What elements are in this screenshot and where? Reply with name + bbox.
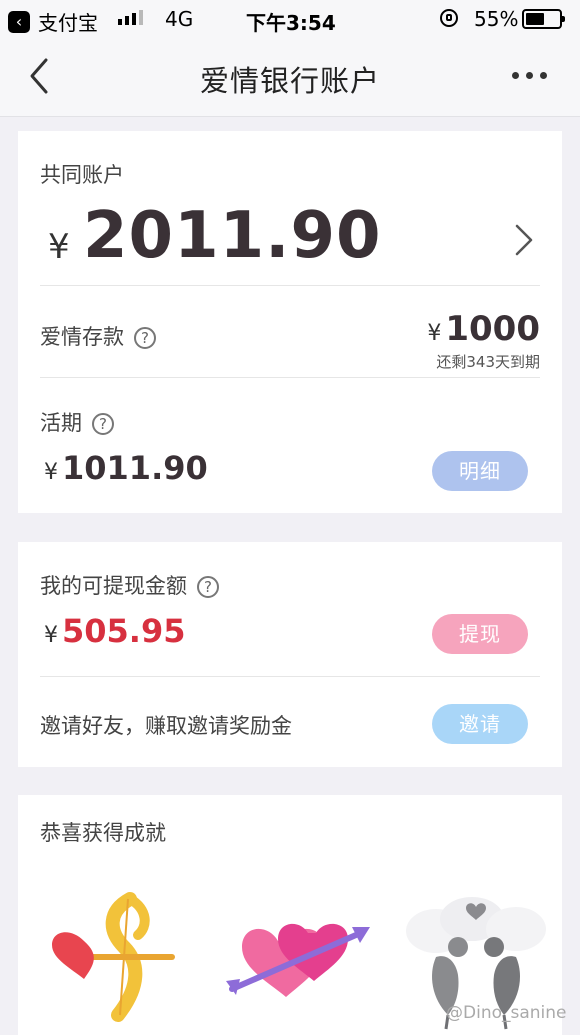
back-app-icon: ‹ — [8, 10, 30, 33]
status-bar: ‹ 支付宝 4G 下午3:54 55% — [0, 0, 580, 38]
hearts-arrow-icon[interactable] — [224, 913, 374, 1009]
withdrawable-label: 我的可提现金额 — [40, 574, 187, 598]
back-app-label: 支付宝 — [38, 11, 98, 35]
divider — [40, 285, 540, 286]
battery-icon — [522, 9, 565, 29]
status-time: 下午3:54 — [246, 11, 336, 35]
joint-currency: ¥ — [48, 227, 70, 267]
help-icon[interactable]: ? — [197, 576, 219, 598]
detail-button[interactable]: 明细 — [432, 451, 528, 491]
cupid-bow-icon[interactable] — [48, 891, 178, 1031]
achievements-title: 恭喜获得成就 — [40, 821, 166, 845]
love-deposit-amount-wrap: ¥1000 — [427, 309, 540, 349]
nav-bar: 爱情银行账户 — [0, 38, 580, 117]
invite-button[interactable]: 邀请 — [432, 704, 528, 744]
page-title: 爱情银行账户 — [199, 64, 380, 98]
more-menu-icon[interactable] — [512, 72, 547, 79]
current-title: 活期? — [40, 407, 114, 437]
back-to-app[interactable]: ‹ 支付宝 — [8, 7, 98, 36]
love-deposit-label: 爱情存款 — [40, 325, 124, 349]
current-label: 活期 — [40, 411, 82, 435]
withdrawable-amount-wrap: ¥505.95 — [44, 612, 185, 650]
chevron-right-icon[interactable] — [512, 223, 536, 257]
withdraw-button[interactable]: 提现 — [432, 614, 528, 654]
joint-account-label: 共同账户 — [40, 163, 124, 187]
due-note: 还剩343天到期 — [436, 353, 540, 371]
current-amount: 1011.90 — [62, 449, 208, 487]
account-card: 共同账户 ¥ 2011.90 爱情存款? ¥1000 还剩343天到期 活期? … — [18, 131, 562, 513]
withdrawable-amount: 505.95 — [62, 612, 186, 650]
help-icon[interactable]: ? — [134, 327, 156, 349]
rotation-lock-icon — [440, 9, 458, 27]
battery-percent: 55% — [474, 7, 519, 31]
divider — [40, 676, 540, 677]
current-amount-wrap: ¥1011.90 — [44, 449, 208, 487]
divider — [40, 377, 540, 378]
withdraw-card: 我的可提现金额? ¥505.95 提现 邀请好友，赚取邀请奖励金 邀请 — [18, 542, 562, 767]
withdrawable-title: 我的可提现金额? — [40, 570, 219, 600]
network-type: 4G — [165, 7, 194, 31]
achievements-card: 恭喜获得成就 — [18, 795, 562, 1035]
help-icon[interactable]: ? — [92, 413, 114, 435]
signal-icon — [118, 10, 143, 25]
joint-balance: 2011.90 — [83, 199, 382, 273]
love-deposit-amount: 1000 — [445, 309, 540, 349]
love-deposit-currency: ¥ — [427, 321, 442, 346]
love-deposit-title: 爱情存款? — [40, 321, 156, 351]
current-currency: ¥ — [44, 460, 58, 485]
watermark: @Dino_sanine — [446, 1003, 567, 1023]
withdrawable-currency: ¥ — [44, 623, 58, 648]
invite-text: 邀请好友，赚取邀请奖励金 — [40, 714, 292, 738]
